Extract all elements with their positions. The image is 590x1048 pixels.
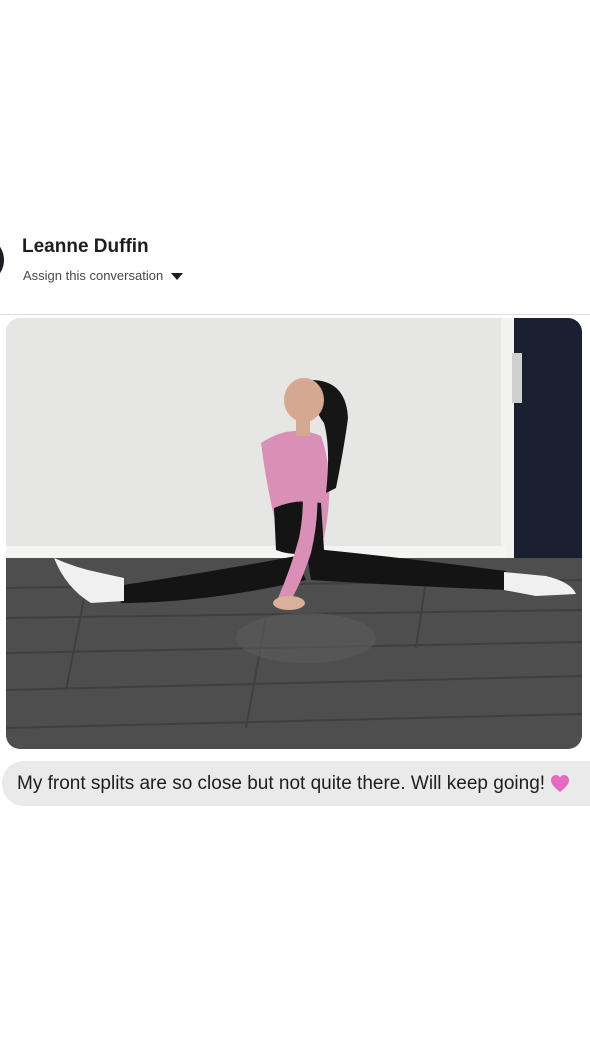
assign-conversation-label: Assign this conversation: [23, 268, 164, 283]
assign-conversation-dropdown[interactable]: Assign this conversation: [23, 268, 184, 283]
pink-heart-icon: [551, 774, 570, 792]
avatar[interactable]: [0, 236, 4, 284]
message-bubble[interactable]: My front splits are so close but not qui…: [2, 761, 590, 806]
message-photo[interactable]: [6, 318, 582, 749]
header-divider: [0, 314, 590, 315]
contact-name[interactable]: Leanne Duffin: [22, 236, 149, 258]
caret-down-icon: [171, 272, 184, 280]
conversation-header: Leanne Duffin Assign this conversation: [0, 220, 590, 316]
message-text: My front splits are so close but not qui…: [17, 772, 546, 794]
